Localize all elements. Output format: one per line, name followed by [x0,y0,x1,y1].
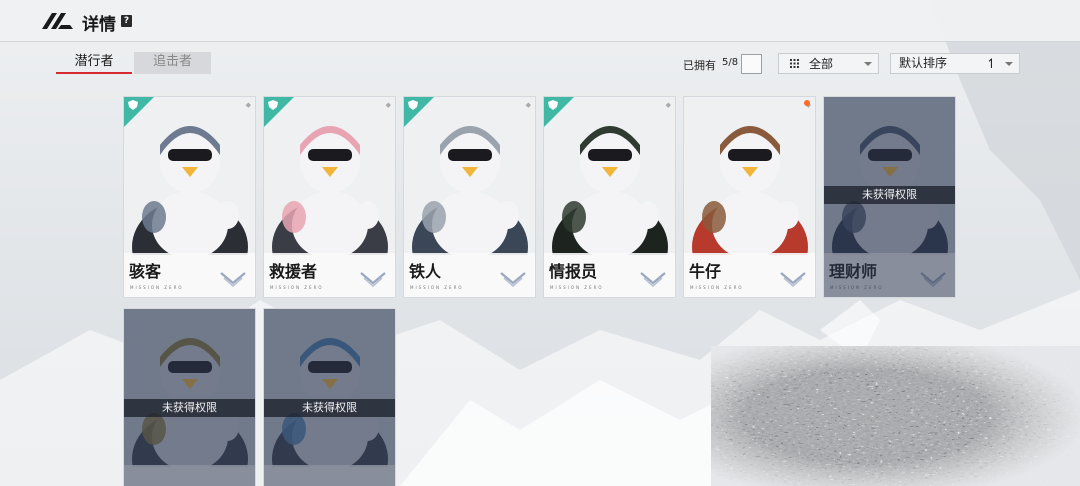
card-name: 铁人 [409,262,442,281]
card-corner-mark: ◆ [525,101,531,109]
card-name: 情报员 [549,262,598,281]
shield-icon [128,100,138,110]
character-card[interactable]: 未获得权限 [123,308,256,486]
sort-dropdown[interactable]: 默认排序 ↿ [890,53,1020,74]
card-name: 骇客 [129,262,162,281]
card-corner-mark: ◆ [665,101,671,109]
rank-chevron-icon [360,272,386,288]
locked-overlay [124,309,255,486]
locked-overlay [264,309,395,486]
game-logo-icon [42,13,73,29]
card-name: 救援者 [269,262,318,281]
sort-value: 默认排序 [899,56,948,70]
card-subtitle: MISSION ZERO [270,285,324,290]
locked-label: 未获得权限 [124,399,255,417]
card-nameplate: 骇客 MISSION ZERO [124,253,255,297]
rank-chevron-icon [640,272,666,288]
card-corner-mark: ◆ [245,101,251,109]
card-subtitle: MISSION ZERO [130,285,184,290]
card-subtitle: MISSION ZERO [550,285,604,290]
notification-dot [804,100,810,106]
card-nameplate: 救援者 MISSION ZERO [264,253,395,297]
card-subtitle: MISSION ZERO [690,285,744,290]
card-nameplate: 铁人 MISSION ZERO [404,253,535,297]
character-card[interactable]: 未获得权限 [263,308,396,486]
rank-chevron-icon [220,272,246,288]
obscured-panel [711,346,1080,486]
card-nameplate: 情报员 MISSION ZERO [544,253,675,297]
character-card[interactable]: 牛仔MISSION ZERO ◆ [683,96,816,298]
grid-icon [790,59,799,68]
card-nameplate: 牛仔 MISSION ZERO [684,253,815,297]
tab-stalker[interactable]: 潜行者 [56,52,132,74]
shield-icon [408,100,418,110]
tab-chaser[interactable]: 追击者 [134,52,211,74]
noise-texture [711,346,1080,486]
character-portrait [684,97,815,255]
locked-label: 未获得权限 [264,399,395,417]
page-title: 详情 [82,15,116,35]
filter-dropdown[interactable]: 全部 [778,53,879,74]
character-card[interactable]: 救援者 MISSION ZERO ◆ [263,96,396,298]
character-card[interactable]: 理财师MISSION ZERO 未获得权限 [823,96,956,298]
rank-chevron-icon [780,272,806,288]
character-card[interactable]: 骇客 MISSION ZERO ◆ [123,96,256,298]
rank-chevron-icon [500,272,526,288]
card-corner-mark: ◆ [385,101,391,109]
shield-icon [268,100,278,110]
filter-value: 全部 [809,57,834,71]
chevron-down-icon [864,62,872,66]
header-bar: 详情 ? [0,0,1080,42]
owned-only-checkbox[interactable] [741,54,762,74]
locked-label: 未获得权限 [824,186,955,204]
chevron-down-icon [1005,62,1013,66]
sort-direction-icon[interactable]: ↿ [986,55,997,74]
owned-count: 5/8 [722,57,739,68]
card-name: 牛仔 [689,262,722,281]
shield-icon [548,100,558,110]
character-card[interactable]: 情报员 MISSION ZERO ◆ [543,96,676,298]
character-card[interactable]: 铁人 MISSION ZERO ◆ [403,96,536,298]
card-subtitle: MISSION ZERO [410,285,464,290]
help-icon[interactable]: ? [121,15,132,27]
owned-label: 已拥有 [683,59,716,72]
